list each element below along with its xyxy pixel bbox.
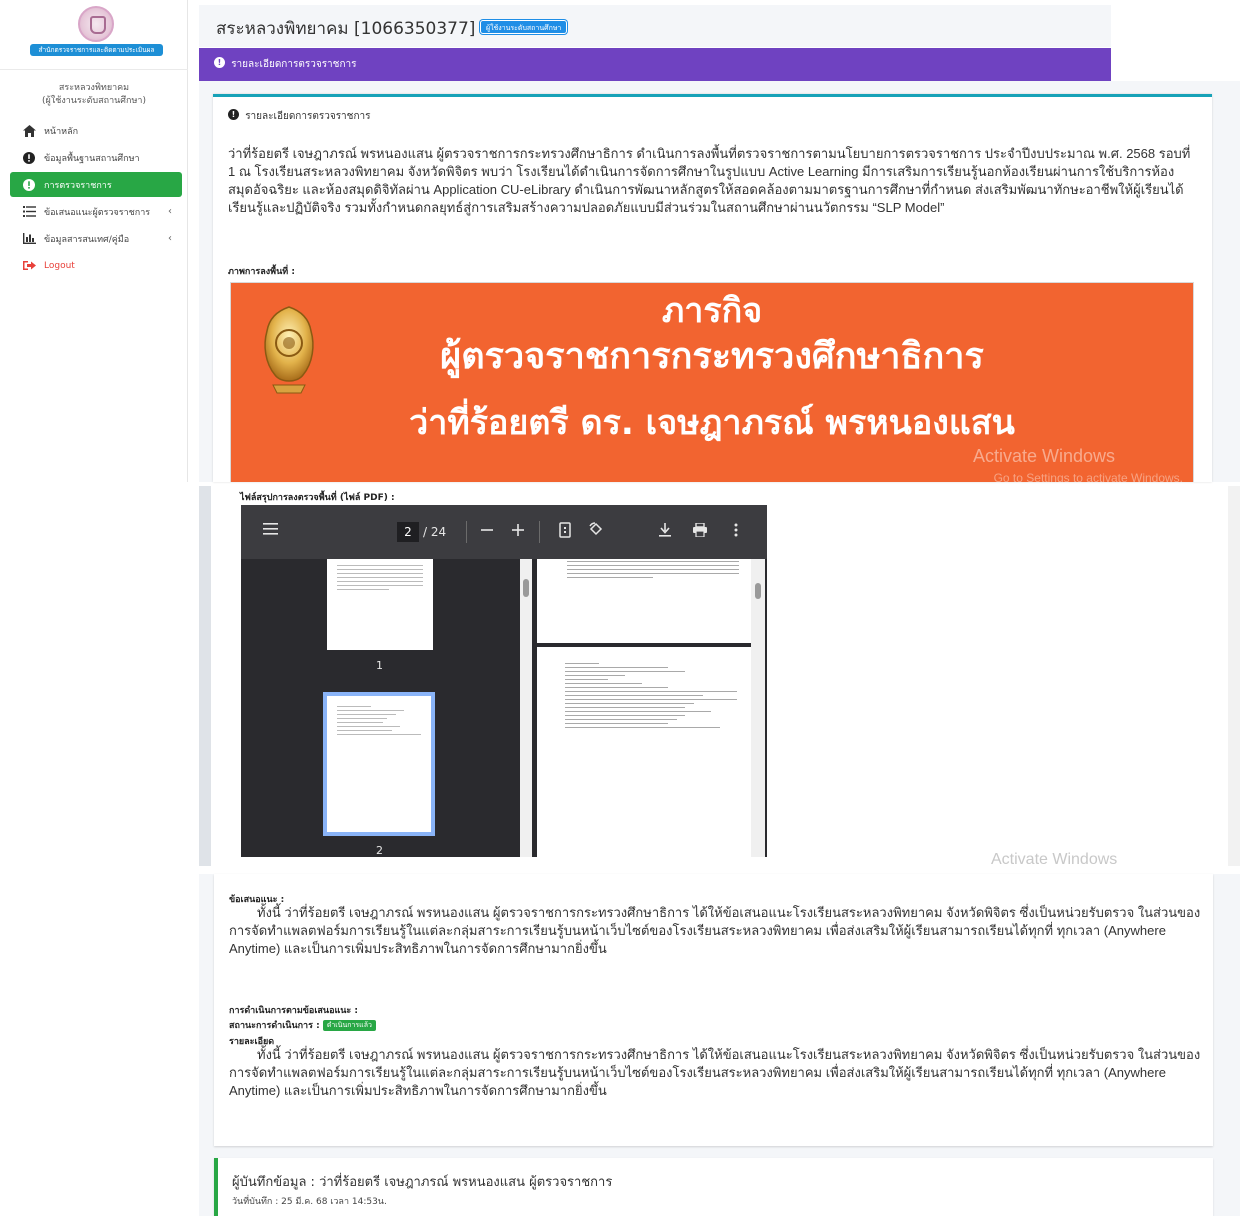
page-number-input[interactable]: 2 <box>397 522 419 542</box>
sidebar-item-label: หน้าหลัก <box>44 126 79 137</box>
role-badge: ผู้ใช้งานระดับสถานศึกษา <box>480 20 568 34</box>
pdf-toolbar: 2 / 24 <box>241 505 767 559</box>
left-divider <box>199 486 211 866</box>
chevron-left-icon: ‹ <box>168 233 172 244</box>
page-total: / 24 <box>423 525 447 539</box>
rotate-icon[interactable] <box>586 522 606 543</box>
zoom-out-icon[interactable] <box>477 522 497 542</box>
banner-line-1: ภารกิจ <box>661 291 763 331</box>
info-circle-icon <box>22 178 36 191</box>
pdf-label: ไฟล์สรุปการลงตรวจพื้นที่ (ไฟล์ PDF) : <box>240 493 395 503</box>
activate-windows-hint: Go to Settings to activate Windows. <box>993 471 1183 482</box>
list-icon <box>22 206 36 218</box>
sidebar-item-school-info[interactable]: ข้อมูลพื้นฐานสถานศึกษา <box>10 145 182 170</box>
sidebar-item-label: การตรวจราชการ <box>44 180 112 191</box>
sidebar-item-logout[interactable]: Logout <box>10 253 182 278</box>
logo-area[interactable]: สำนักตรวจราชการและติดตามประเมินผล <box>0 0 188 70</box>
document-scrollbar[interactable] <box>751 559 765 857</box>
status-label: สถานะการดำเนินการ : <box>229 1021 320 1031</box>
right-divider <box>1228 486 1240 866</box>
thumbnail-text <box>337 706 421 738</box>
sidebar-menu: หน้าหลัก ข้อมูลพื้นฐานสถานศึกษา การตรวจร… <box>10 118 182 280</box>
info-circle-icon <box>214 57 225 68</box>
user-name: สระหลวงพิทยาคม <box>58 83 130 93</box>
banner-line-2: ผู้ตรวจราชการกระทรวงศึกษาธิการ <box>440 336 984 377</box>
sidebar-item-information[interactable]: ข้อมูลสารสนเทศ/คู่มือ ‹ <box>10 226 182 251</box>
thumbnail-text <box>337 565 423 593</box>
document-pane[interactable] <box>533 559 767 857</box>
thumbnail-page-2[interactable] <box>323 692 435 836</box>
chevron-left-icon: ‹ <box>168 206 172 217</box>
inspection-narrative: ว่าที่ร้อยตรี เจษฎาภรณ์ พรหนองแสน ผู้ตรว… <box>228 146 1191 215</box>
sidebar-item-inspection[interactable]: การตรวจราชการ <box>10 172 182 197</box>
thumbnail-pane[interactable]: 1 2 <box>241 559 533 857</box>
card-title: รายละเอียดการตรวจราชการ <box>228 109 371 124</box>
sidebar-item-label: Logout <box>44 260 75 271</box>
toolbar-divider <box>539 521 540 543</box>
photo-label: ภาพการลงพื้นที่ : <box>228 267 295 277</box>
sidebar-item-recommendations[interactable]: ข้อเสนอแนะผู้ตรวจราชการ ‹ <box>10 199 182 224</box>
print-icon[interactable] <box>690 522 710 542</box>
pdf-section: ไฟล์สรุปการลงตรวจพื้นที่ (ไฟล์ PDF) : 2 … <box>199 486 1240 868</box>
thumbnail-page-1[interactable] <box>327 559 433 650</box>
recommendation-card: ข้อเสนอแนะ : ทั้งนี้ ว่าที่ร้อยตรี เจษฎา… <box>214 874 1213 1146</box>
thumbnail-number: 2 <box>376 844 383 857</box>
fit-page-icon[interactable] <box>555 522 575 543</box>
document-text <box>567 561 739 581</box>
document-page-1 <box>537 559 751 643</box>
status-badge: ดำเนินการแล้ว <box>322 1020 376 1031</box>
logo-text: สำนักตรวจราชการและติดตามประเมินผล <box>30 44 163 56</box>
info-circle-icon <box>228 109 239 120</box>
card-title-text: รายละเอียดการตรวจราชการ <box>245 111 371 122</box>
more-options-icon[interactable] <box>726 522 746 542</box>
section-bar-title: รายละเอียดการตรวจราชการ <box>231 59 357 70</box>
activate-windows-watermark: Activate Windows <box>991 851 1118 868</box>
recorded-date: วันที่บันทึก : 25 มี.ค. 68 เวลา 14:53น. <box>232 1197 387 1207</box>
inspection-photo-banner[interactable]: ภารกิจ ผู้ตรวจราชการกระทรวงศึกษาธิการ ว่… <box>230 282 1194 482</box>
sidebar-item-label: ข้อมูลสารสนเทศ/คู่มือ <box>44 234 130 245</box>
document-scrollbar-thumb[interactable] <box>755 583 761 599</box>
pdf-viewer[interactable]: 2 / 24 1 2 <box>241 505 767 857</box>
document-page-2 <box>537 647 751 857</box>
thumbnail-scrollbar-thumb[interactable] <box>523 579 529 597</box>
page-title: สระหลวงพิทยาคม [1066350377] <box>216 19 476 39</box>
sign-out-icon <box>22 260 36 272</box>
followup-label: การดำเนินการตามข้อเสนอแนะ : <box>229 1006 358 1016</box>
user-panel: สระหลวงพิทยาคม (ผู้ใช้งานระดับสถานศึกษา) <box>0 82 188 108</box>
user-role: (ผู้ใช้งานระดับสถานศึกษา) <box>42 96 146 106</box>
home-icon <box>22 124 36 137</box>
followup-text: ทั้งนี้ ว่าที่ร้อยตรี เจษฎาภรณ์ พรหนองแส… <box>229 1047 1201 1098</box>
thumbnail-number: 1 <box>376 659 383 672</box>
recorder-card: ผู้บันทึกข้อมูล : ว่าที่ร้อยตรี เจษฎาภรณ… <box>214 1158 1213 1216</box>
bar-chart-icon <box>22 233 36 245</box>
page-header: สระหลวงพิทยาคม [1066350377] ผู้ใช้งานระด… <box>199 5 1111 47</box>
recommendation-text: ทั้งนี้ ว่าที่ร้อยตรี เจษฎาภรณ์ พรหนองแส… <box>229 905 1201 956</box>
download-icon[interactable] <box>655 522 675 542</box>
info-circle-icon <box>22 151 36 164</box>
inspection-detail-card: รายละเอียดการตรวจราชการ ว่าที่ร้อยตรี เจ… <box>213 94 1212 482</box>
recorder-info: ผู้บันทึกข้อมูล : ว่าที่ร้อยตรี เจษฎาภรณ… <box>232 1175 613 1190</box>
section-bar: รายละเอียดการตรวจราชการ <box>199 48 1111 81</box>
sidebar: สำนักตรวจราชการและติดตามประเมินผล สระหลว… <box>0 0 188 482</box>
sidebar-item-home[interactable]: หน้าหลัก <box>10 118 182 143</box>
document-text <box>565 663 737 731</box>
activate-windows-watermark: Activate Windows <box>972 446 1115 466</box>
sidebar-item-label: ข้อเสนอแนะผู้ตรวจราชการ <box>44 207 151 218</box>
banner-line-3: ว่าที่ร้อยตรี ดร. เจษฎาภรณ์ พรหนองแสน <box>409 403 1015 443</box>
sidebar-item-label: ข้อมูลพื้นฐานสถานศึกษา <box>44 153 140 164</box>
followup-status: สถานะการดำเนินการ : ดำเนินการแล้ว <box>229 1018 376 1032</box>
menu-icon[interactable] <box>261 521 281 541</box>
thumbnail-scrollbar[interactable] <box>520 559 532 857</box>
zoom-in-icon[interactable] <box>508 522 528 542</box>
logo-emblem-icon <box>78 6 114 42</box>
toolbar-divider <box>466 521 467 543</box>
